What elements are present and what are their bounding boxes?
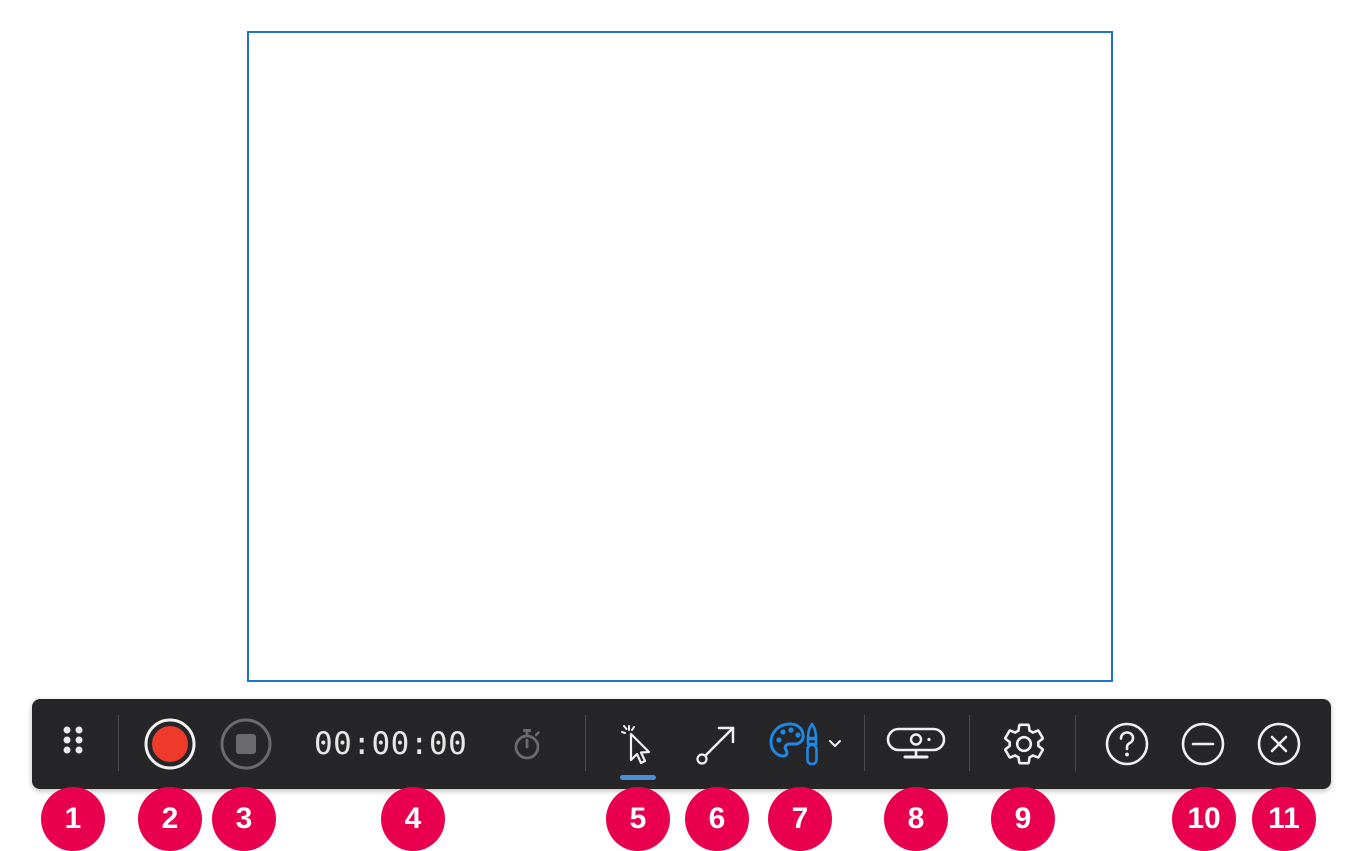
drag-handle-button[interactable] <box>56 699 92 789</box>
record-icon <box>144 718 196 770</box>
help-icon <box>1105 722 1149 766</box>
callout-badge: 9 <box>991 787 1055 851</box>
callout-badge: 2 <box>138 787 202 851</box>
settings-button[interactable] <box>996 699 1052 789</box>
stop-button[interactable] <box>216 699 276 789</box>
callout-badge: 3 <box>212 787 276 851</box>
minimize-button[interactable] <box>1178 699 1228 789</box>
toolbar-divider <box>864 715 865 771</box>
record-button[interactable] <box>140 699 200 789</box>
arrow-tool-button[interactable] <box>692 699 742 789</box>
stop-icon <box>220 718 272 770</box>
gear-icon <box>1004 723 1044 765</box>
close-button[interactable] <box>1254 699 1304 789</box>
recording-toolbar: 00:00:00 <box>32 699 1331 789</box>
close-icon <box>1257 722 1301 766</box>
elapsed-timer: 00:00:00 <box>314 699 467 789</box>
callout-badge: 1 <box>41 787 105 851</box>
help-button[interactable] <box>1102 699 1152 789</box>
drag-handle-icon <box>63 726 83 754</box>
arrow-annotation-icon <box>696 726 735 765</box>
chevron-down-icon <box>829 740 841 747</box>
annotation-color-dropdown[interactable] <box>764 699 846 789</box>
active-tool-indicator <box>620 775 656 780</box>
callout-badge: 4 <box>381 787 445 851</box>
toolbar-divider <box>585 715 586 771</box>
page: 00:00:00 1 2 3 4 5 6 7 8 9 10 11 <box>0 0 1354 851</box>
stopwatch-icon <box>514 729 540 760</box>
toolbar-divider <box>118 715 119 771</box>
callout-badge: 5 <box>606 787 670 851</box>
callout-badge: 11 <box>1252 787 1316 851</box>
minimize-icon <box>1181 722 1225 766</box>
webcam-button[interactable] <box>884 699 948 789</box>
callout-badge: 10 <box>1172 787 1236 851</box>
callout-badge: 7 <box>768 787 832 851</box>
cursor-highlight-icon <box>621 725 651 765</box>
toolbar-divider <box>1075 715 1076 771</box>
callout-badge: 8 <box>884 787 948 851</box>
toolbar-divider <box>969 715 970 771</box>
callout-badge: 6 <box>685 787 749 851</box>
capture-region-frame[interactable] <box>247 31 1113 682</box>
timer-value: 00:00:00 <box>314 726 468 762</box>
palette-brush-icon <box>769 722 818 766</box>
webcam-icon <box>886 727 946 759</box>
timer-settings-button[interactable] <box>510 699 544 789</box>
